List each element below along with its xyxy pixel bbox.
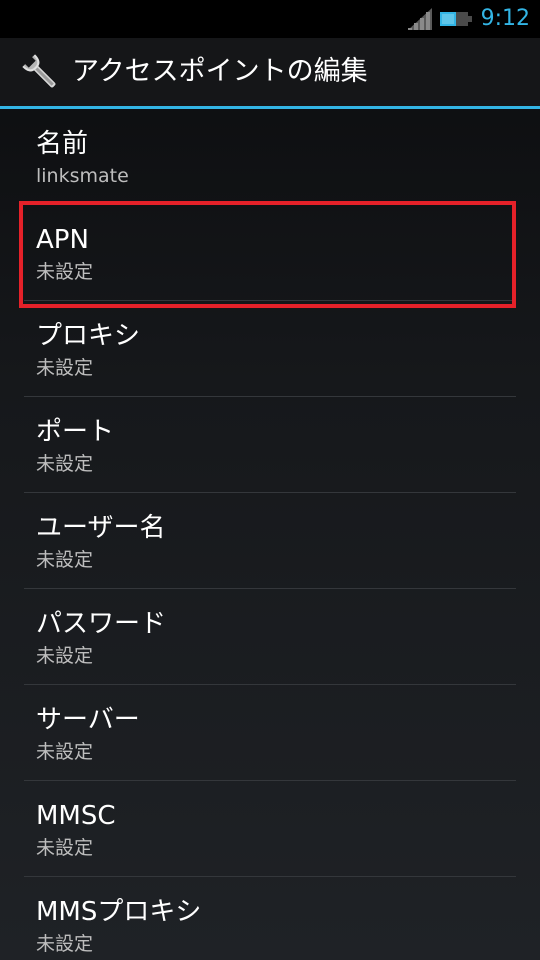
page-title: アクセスポイントの編集 [72,56,368,87]
signal-icon [408,8,432,30]
pref-item-mmsc[interactable]: MMSC 未設定 [24,781,516,877]
pref-title: ユーザー名 [36,513,166,543]
pref-summary: 未設定 [36,741,94,763]
pref-item-apn[interactable]: APN 未設定 [24,205,516,301]
pref-summary: linksmate [36,165,129,187]
pref-item-mms-proxy[interactable]: MMSプロキシ 未設定 [24,877,516,960]
screen: 9:12 アクセスポイントの編集 名前 linksmate APN 未設定 プロ… [0,0,540,960]
pref-summary: 未設定 [36,549,94,571]
battery-icon [440,12,472,26]
pref-item-port[interactable]: ポート 未設定 [24,397,516,493]
pref-summary: 未設定 [36,357,94,379]
pref-title: サーバー [36,705,140,735]
pref-item-server[interactable]: サーバー 未設定 [24,685,516,781]
preference-list: 名前 linksmate APN 未設定 プロキシ 未設定 ポート 未設定 ユー… [0,109,540,960]
pref-summary: 未設定 [36,261,94,283]
pref-item-username[interactable]: ユーザー名 未設定 [24,493,516,589]
pref-item-proxy[interactable]: プロキシ 未設定 [24,301,516,397]
pref-title: APN [36,225,89,255]
pref-summary: 未設定 [36,453,94,475]
pref-title: ポート [36,417,115,447]
pref-summary: 未設定 [36,837,94,859]
pref-summary: 未設定 [36,933,94,955]
pref-title: パスワード [36,609,167,639]
pref-title: 名前 [36,129,89,159]
pref-item-name[interactable]: 名前 linksmate [24,109,516,205]
pref-item-password[interactable]: パスワード 未設定 [24,589,516,685]
wrench-icon[interactable] [20,52,60,92]
pref-title: MMSC [36,801,116,831]
pref-summary: 未設定 [36,645,94,667]
pref-title: プロキシ [36,321,141,351]
status-bar: 9:12 [0,0,540,38]
pref-title: MMSプロキシ [36,897,202,927]
status-clock: 9:12 [480,6,530,31]
